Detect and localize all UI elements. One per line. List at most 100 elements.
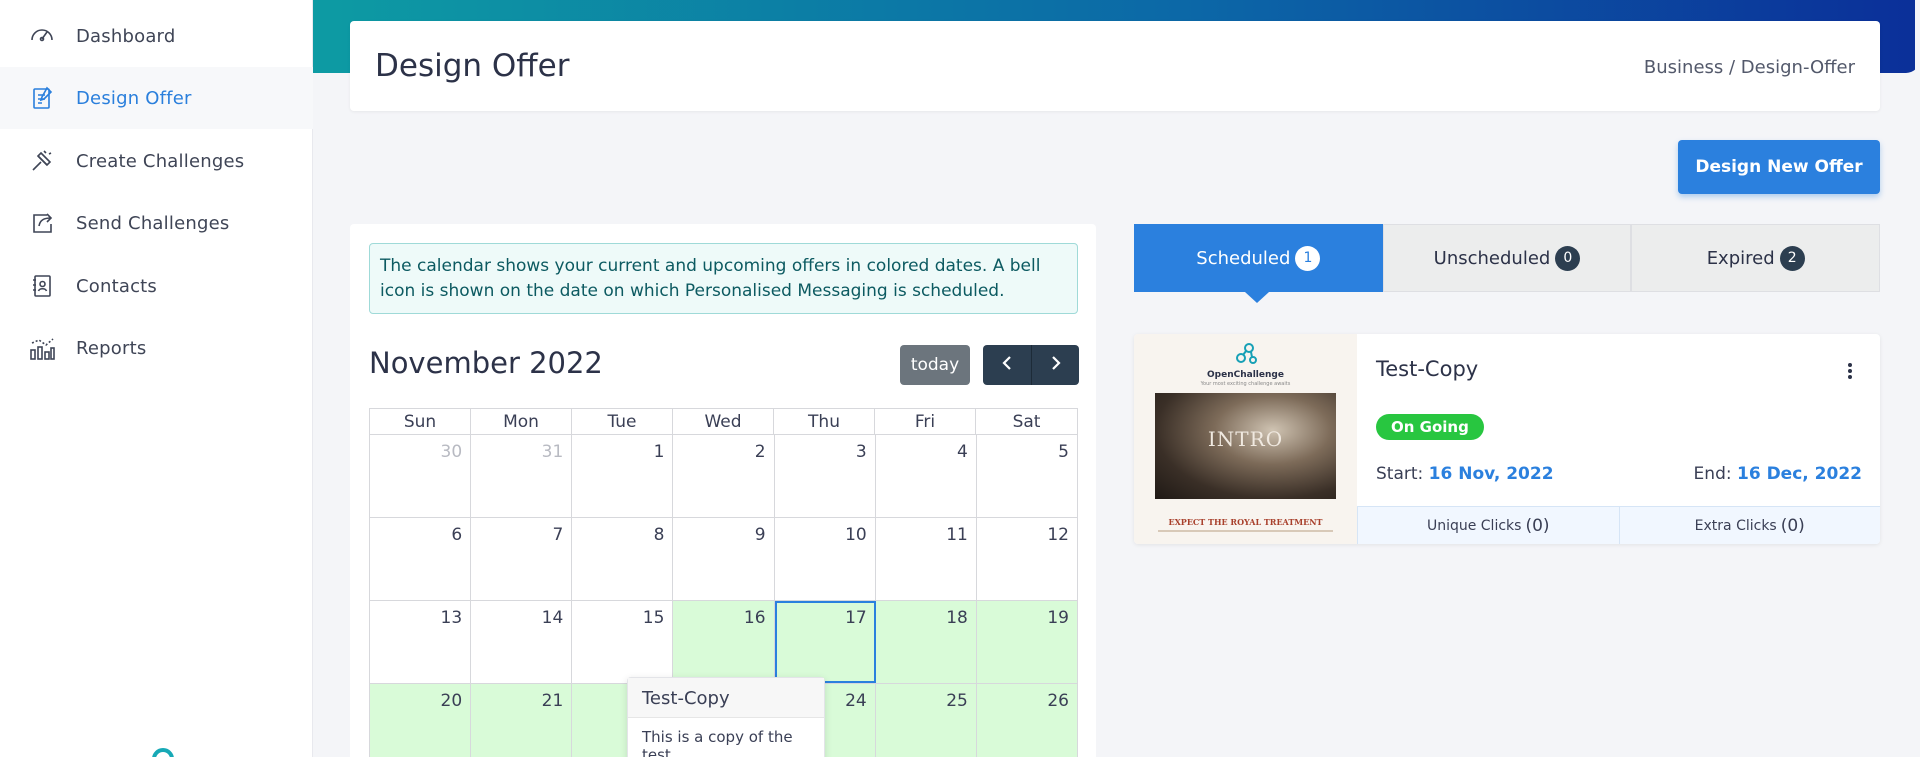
bar-chart-icon [28, 334, 56, 362]
start-label: Start: [1376, 464, 1424, 484]
calendar-day-offer[interactable]: 18 [875, 601, 977, 683]
status-badge: On Going [1376, 414, 1484, 440]
calendar-day[interactable]: 6 [370, 518, 472, 600]
calendar-day[interactable]: 5 [977, 435, 1078, 517]
sidebar-item-create-challenges[interactable]: Create Challenges [0, 130, 313, 192]
design-new-offer-button[interactable]: Design New Offer [1678, 140, 1880, 194]
chevron-right-icon [1049, 355, 1063, 375]
weekday-label: Thu [774, 409, 875, 434]
tab-unscheduled[interactable]: Unscheduled 0 [1382, 224, 1632, 292]
prev-month-button[interactable] [983, 345, 1031, 385]
sidebar: Dashboard Design Offer Create Challenges… [0, 0, 313, 757]
unique-clicks-label: Unique Clicks [1426, 517, 1522, 534]
brand-logo-icon [152, 748, 174, 757]
tooltip-title: Test-Copy [628, 678, 824, 718]
offer-name: Test-Copy [1376, 357, 1479, 381]
calendar-day[interactable]: 7 [471, 518, 573, 600]
calendar-day-offer[interactable]: 20 [370, 684, 472, 757]
speedometer-icon [28, 22, 56, 50]
extra-clicks-value: (0) [1780, 515, 1805, 536]
calendar-day[interactable]: 30 [370, 435, 472, 517]
calendar-day[interactable]: 2 [673, 435, 775, 517]
calendar-day[interactable]: 4 [876, 435, 977, 517]
thumbnail-text-lines [1158, 530, 1333, 532]
page-header: Design Offer Business / Design-Offer [350, 21, 1880, 111]
tab-scheduled[interactable]: Scheduled 1 [1134, 224, 1383, 292]
active-tab-pointer [1245, 292, 1269, 303]
weekday-label: Fri [875, 409, 976, 434]
unique-clicks-value: (0) [1525, 515, 1550, 536]
offer-card[interactable]: OpenChallenge Your most exciting challen… [1134, 334, 1880, 544]
extra-clicks-label: Extra Clicks [1694, 517, 1777, 534]
count-badge: 0 [1555, 245, 1581, 271]
calendar-day[interactable]: 11 [876, 518, 977, 600]
calendar-day[interactable]: 13 [370, 601, 472, 683]
calendar-day-offer[interactable]: 21 [471, 684, 573, 757]
offer-thumbnail[interactable]: OpenChallenge Your most exciting challen… [1134, 334, 1357, 544]
sidebar-item-send-challenges[interactable]: Send Challenges [0, 192, 313, 254]
weekday-label: Mon [471, 409, 572, 434]
calendar-day-today[interactable]: 17 [774, 601, 876, 683]
megaphone-icon [28, 147, 56, 175]
tab-label: Expired [1706, 247, 1775, 269]
calendar-week: 30 31 1 2 3 4 5 [369, 435, 1078, 518]
calendar-day[interactable]: 15 [572, 601, 674, 683]
calendar-day[interactable]: 1 [572, 435, 674, 517]
calendar-day[interactable]: 31 [471, 435, 573, 517]
thumbnail-tagline: EXPECT THE ROYAL TREATMENT [1168, 517, 1323, 527]
end-date: 16 Dec, 2022 [1737, 464, 1862, 484]
contact-card-icon [28, 272, 56, 300]
sidebar-item-label: Contacts [76, 275, 158, 297]
calendar-day-offer[interactable]: 26 [976, 684, 1078, 757]
sidebar-item-design-offer[interactable]: Design Offer [0, 67, 313, 129]
sidebar-item-label: Design Offer [76, 87, 192, 109]
calendar-info-alert: The calendar shows your current and upco… [369, 243, 1078, 314]
weekday-header: Sun Mon Tue Wed Thu Fri Sat [369, 408, 1078, 435]
sidebar-item-contacts[interactable]: Contacts [0, 255, 313, 317]
sidebar-item-dashboard[interactable]: Dashboard [0, 5, 313, 67]
weekday-label: Tue [572, 409, 673, 434]
sidebar-item-label: Send Challenges [76, 212, 230, 234]
design-doc-icon [28, 84, 56, 112]
offer-start: Start: 16 Nov, 2022 [1376, 464, 1554, 484]
tab-expired[interactable]: Expired 2 [1631, 224, 1881, 292]
calendar-day[interactable]: 8 [572, 518, 674, 600]
weekday-label: Sat [1012, 412, 1041, 432]
offer-tooltip: Test-Copy This is a copy of the test [627, 677, 825, 757]
more-options-icon[interactable] [1842, 360, 1858, 382]
offer-end: End: 16 Dec, 2022 [1694, 464, 1862, 484]
calendar-day-offer[interactable]: 19 [976, 601, 1078, 683]
calendar-day[interactable]: 14 [471, 601, 573, 683]
tab-label: Scheduled [1196, 247, 1291, 269]
sidebar-item-label: Reports [76, 337, 147, 359]
tooltip-body: This is a copy of the test [642, 728, 793, 757]
scrollbar[interactable] [1915, 0, 1920, 757]
calendar-day[interactable]: 3 [775, 435, 876, 517]
calendar-day[interactable]: 10 [775, 518, 876, 600]
end-label: End: [1693, 464, 1732, 484]
click-stats: Unique Clicks (0) Extra Clicks (0) [1357, 506, 1880, 544]
tab-label: Unscheduled [1433, 247, 1551, 269]
chevron-left-icon [1000, 355, 1014, 375]
calendar-day[interactable]: 9 [673, 518, 775, 600]
page-title: Design Offer [375, 48, 570, 84]
unique-clicks: Unique Clicks (0) [1357, 507, 1619, 544]
today-button[interactable]: today [900, 345, 970, 385]
sidebar-item-label: Dashboard [76, 25, 176, 47]
extra-clicks: Extra Clicks (0) [1618, 507, 1881, 544]
thumbnail-subtitle: Your most exciting challenge awaits [1200, 381, 1291, 387]
thumbnail-image-text: INTRO [1207, 427, 1284, 451]
sidebar-item-reports[interactable]: Reports [0, 317, 313, 379]
start-date: 16 Nov, 2022 [1428, 464, 1554, 484]
share-icon [28, 209, 56, 237]
calendar-day[interactable]: 12 [977, 518, 1078, 600]
next-month-button[interactable] [1031, 345, 1079, 385]
calendar-month-title: November 2022 [369, 346, 603, 380]
calendar-week: 13 14 15 16 17 18 19 [369, 601, 1078, 684]
count-badge: 2 [1779, 245, 1805, 271]
calendar-day-offer[interactable]: 16 [673, 601, 775, 683]
offer-status-tabs: Scheduled 1 Unscheduled 0 Expired 2 [1134, 224, 1881, 292]
calendar-day-offer[interactable]: 25 [875, 684, 977, 757]
sidebar-item-label: Create Challenges [76, 150, 245, 172]
calendar-week: 6 7 8 9 10 11 12 [369, 518, 1078, 601]
